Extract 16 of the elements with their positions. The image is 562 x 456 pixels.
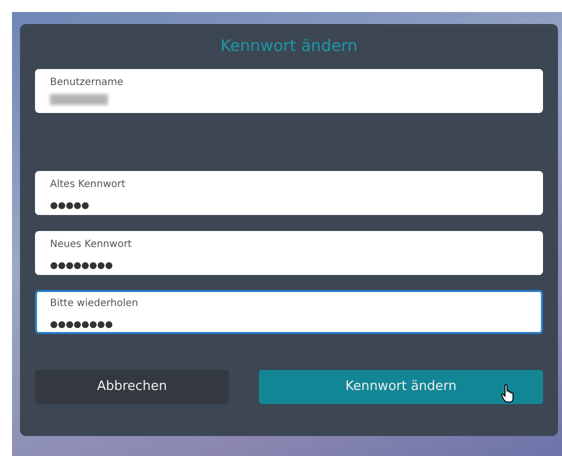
cancel-button[interactable]: Abbrechen [35,370,229,404]
input-field[interactable]: Benutzername [35,69,543,113]
field-value: ●●●●●●●● [50,319,113,332]
field-value: ●●●●● [50,200,90,213]
field-label: Bitte wiederholen [50,297,140,310]
field-label: Benutzername [50,76,124,89]
hand-cursor-icon [501,384,515,403]
field-value: ●●●●●●●● [50,260,113,273]
dialog-title: Kennwort ändern [219,35,358,57]
input-field[interactable]: Neues Kennwort ●●●●●●●● [35,231,543,275]
blurred-value [50,94,108,105]
submit-button[interactable]: Kennwort ändern [259,370,543,404]
input-field[interactable]: Bitte wiederholen ●●●●●●●● [35,290,543,334]
field-label: Neues Kennwort [50,238,133,251]
input-field[interactable]: Altes Kennwort ●●●●● [35,171,543,215]
field-label: Altes Kennwort [50,178,126,191]
